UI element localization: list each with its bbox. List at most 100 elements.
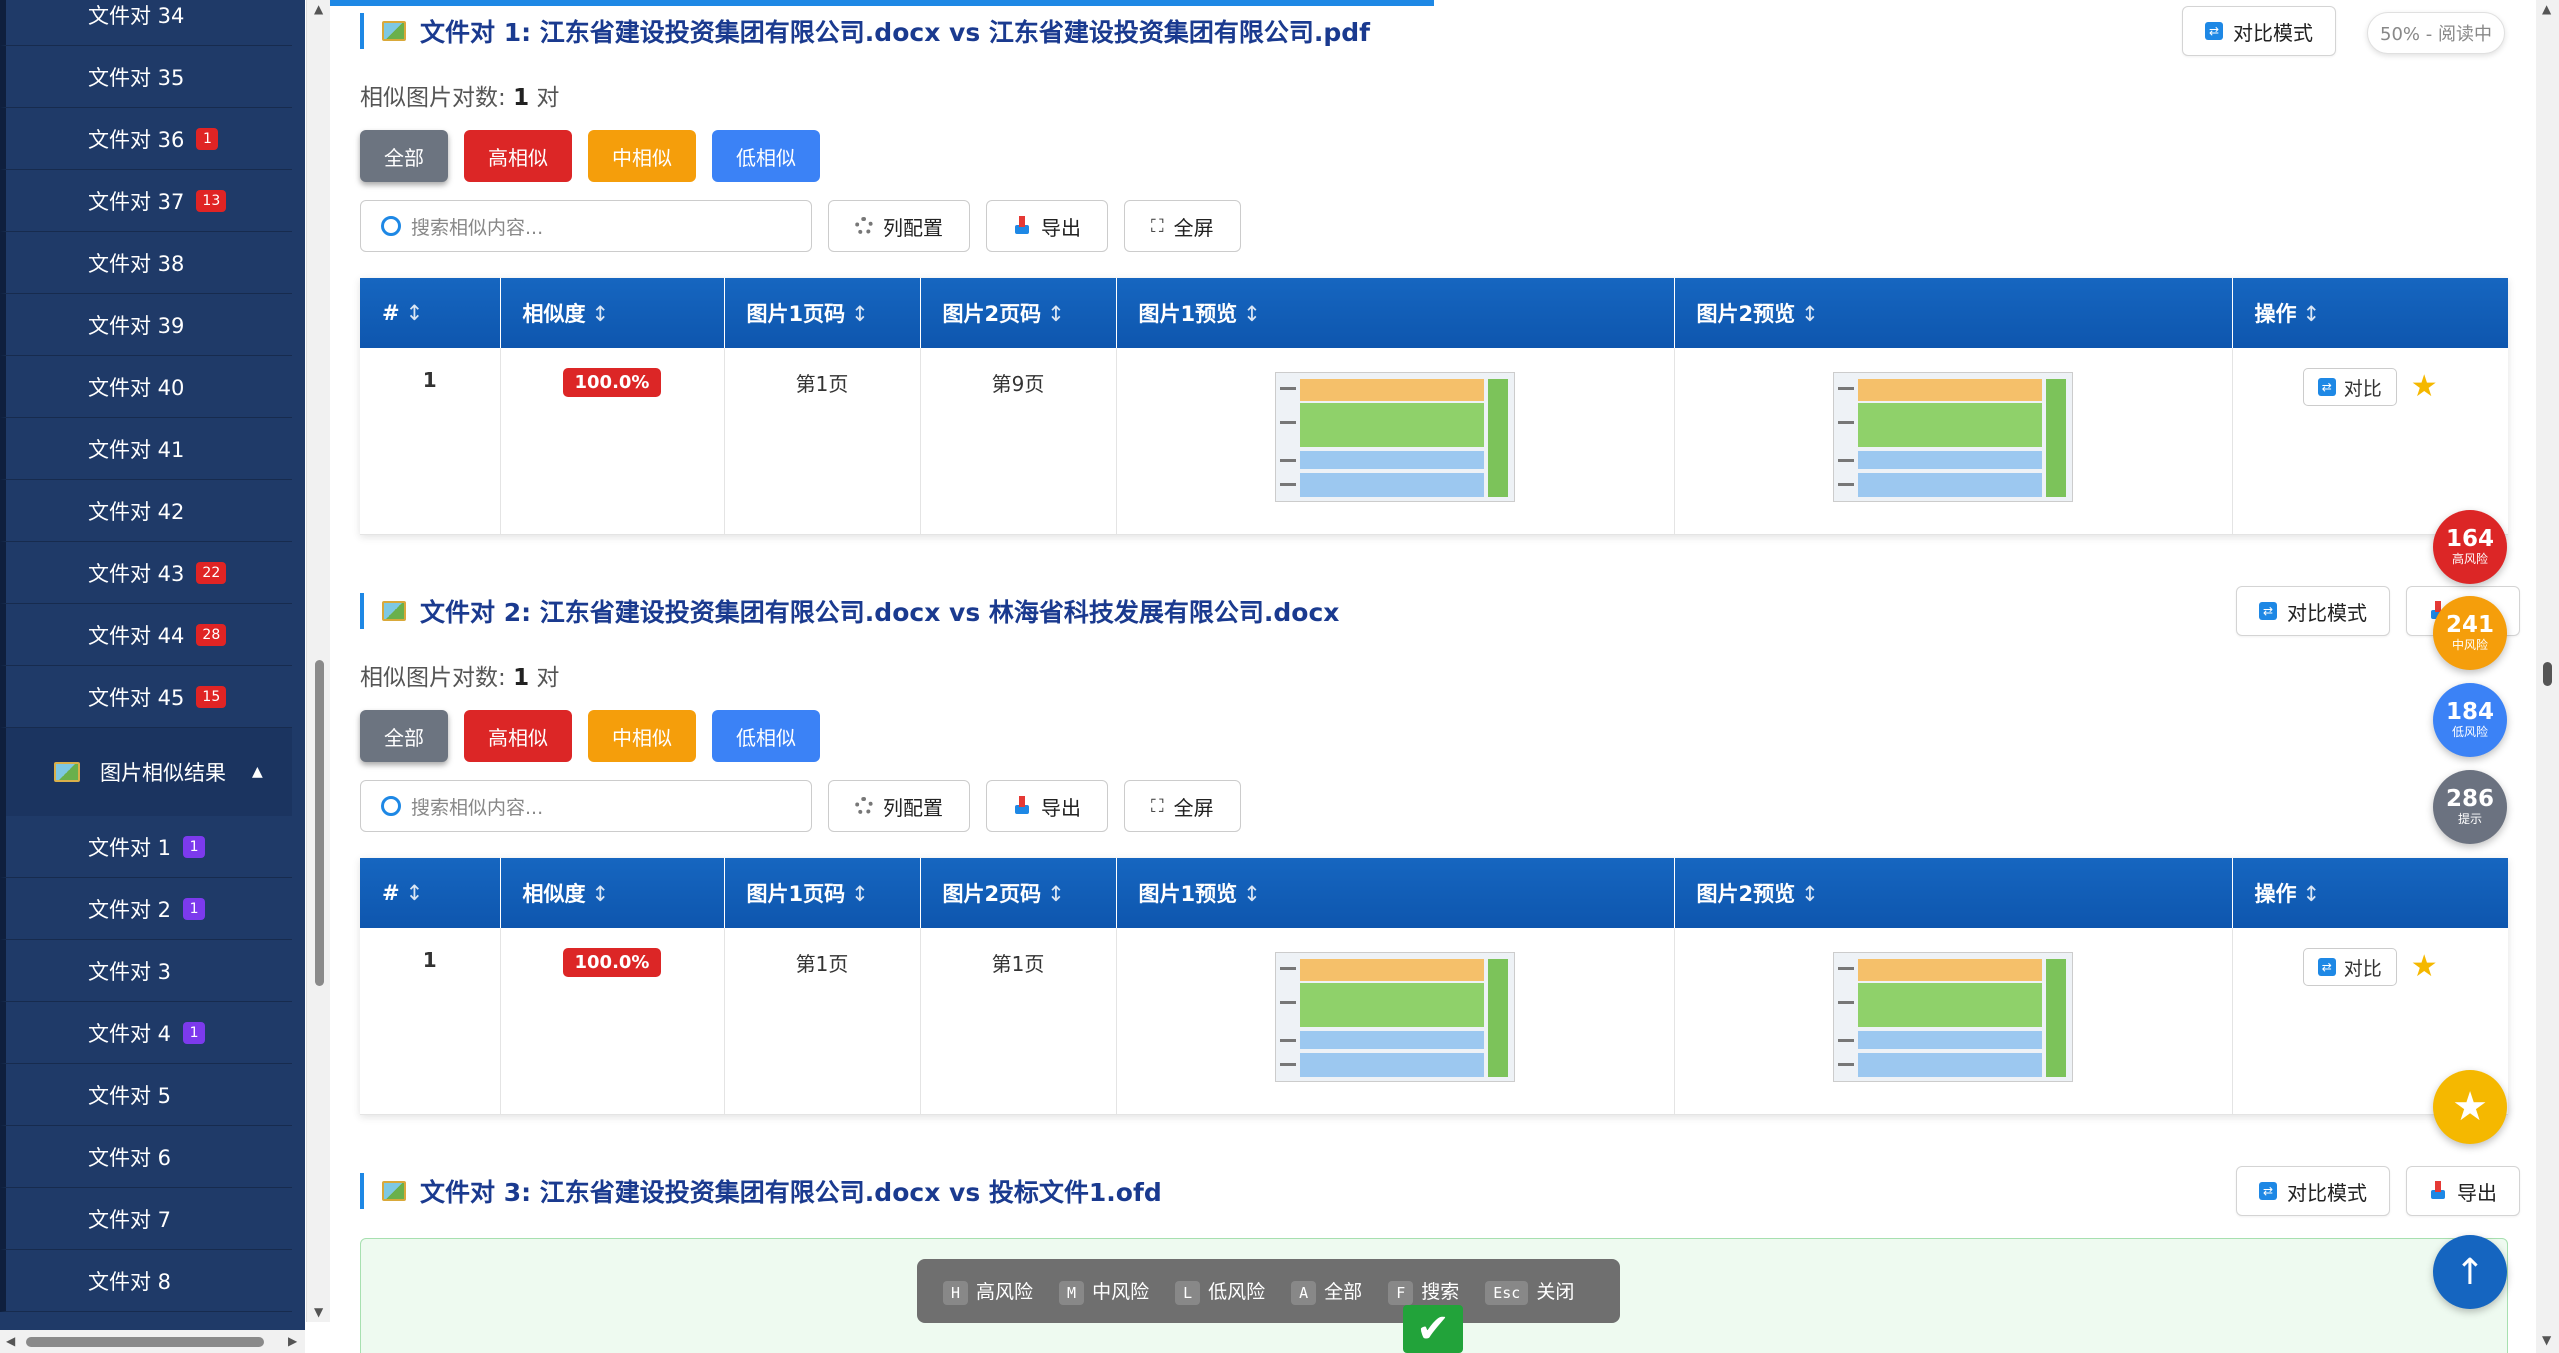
filter-mid-button[interactable]: 中相似 bbox=[588, 710, 696, 762]
scroll-up-arrow[interactable]: ▲ bbox=[314, 2, 323, 16]
col-similarity[interactable]: 相似度 ↕ bbox=[500, 278, 725, 348]
sidebar-item[interactable]: 文件对 6 bbox=[0, 1126, 292, 1188]
compare-button[interactable]: ⇄ 对比 bbox=[2302, 368, 2397, 406]
risk-filter-circle[interactable]: 241 中风险 bbox=[2433, 596, 2507, 670]
sidebar-hscrollbar[interactable]: ◀ ▶ bbox=[0, 1330, 305, 1353]
sidebar-item[interactable]: 文件对 45 15 bbox=[0, 666, 292, 728]
col-index[interactable]: # ↕ bbox=[360, 858, 501, 928]
page-scrollbar[interactable]: ▲ ▼ bbox=[2536, 0, 2559, 1353]
sidebar-item[interactable]: 文件对 37 13 bbox=[0, 170, 292, 232]
risk-filter-circle[interactable]: 164 高风险 bbox=[2433, 510, 2507, 584]
star-icon[interactable]: ★ bbox=[2411, 952, 2438, 982]
compare-mode-button[interactable]: ⇄ 对比模式 bbox=[2182, 6, 2336, 56]
sidebar-item[interactable]: 文件对 38 bbox=[0, 232, 292, 294]
image-preview-2[interactable] bbox=[1833, 952, 2073, 1082]
sidebar-group-image-results[interactable]: 图片相似结果 ▲ bbox=[0, 728, 292, 816]
page-scroll-thumb[interactable] bbox=[2543, 662, 2552, 686]
scroll-down-arrow[interactable]: ▼ bbox=[314, 1305, 323, 1319]
compare-button[interactable]: ⇄ 对比 bbox=[2302, 948, 2397, 986]
export-label: 导出 bbox=[1041, 795, 1081, 820]
sidebar-item[interactable]: 文件对 8 bbox=[0, 1250, 292, 1312]
export-button[interactable]: 导出 bbox=[986, 200, 1108, 252]
col-preview1[interactable]: 图片1预览 ↕ bbox=[1116, 278, 1675, 348]
column-config-button[interactable]: 列配置 bbox=[828, 780, 970, 832]
scroll-left-arrow[interactable]: ◀ bbox=[6, 1334, 15, 1348]
compare-mode-button[interactable]: ⇄ 对比模式 bbox=[2236, 586, 2390, 636]
section-accent-bar bbox=[360, 1173, 364, 1209]
count-badge: 15 bbox=[196, 685, 227, 708]
col-index[interactable]: # ↕ bbox=[360, 278, 501, 348]
compare-mode-button[interactable]: ⇄ 对比模式 bbox=[2236, 1166, 2390, 1216]
header-label: 操作 bbox=[2254, 882, 2297, 906]
col-page2[interactable]: 图片2页码 ↕ bbox=[920, 278, 1117, 348]
star-icon[interactable]: ★ bbox=[2411, 372, 2438, 402]
sidebar-item[interactable]: 文件对 39 bbox=[0, 294, 292, 356]
sidebar-item-label: 文件对 41 bbox=[88, 437, 185, 462]
sidebar-item[interactable]: 文件对 34 bbox=[0, 0, 292, 46]
back-to-top-button[interactable]: ↑ bbox=[2433, 1235, 2507, 1309]
row-index: 1 bbox=[360, 348, 501, 535]
check-icon: ✔ bbox=[1403, 1305, 1463, 1353]
scroll-down-arrow[interactable]: ▼ bbox=[2542, 1333, 2551, 1347]
header-label: 操作 bbox=[2254, 302, 2297, 326]
image-preview-2[interactable] bbox=[1833, 372, 2073, 502]
search-input[interactable]: 搜索相似内容... bbox=[360, 200, 812, 252]
sidebar-item[interactable]: 文件对 3 bbox=[0, 940, 292, 1002]
filter-mid-button[interactable]: 中相似 bbox=[588, 130, 696, 182]
sidebar-item[interactable]: 文件对 35 bbox=[0, 46, 292, 108]
sidebar-item[interactable]: 文件对 43 22 bbox=[0, 542, 292, 604]
filter-all-button[interactable]: 全部 bbox=[360, 130, 448, 182]
sidebar-item-label: 文件对 43 bbox=[88, 561, 185, 586]
favorites-float-button[interactable]: ★ bbox=[2433, 1070, 2507, 1144]
filter-low-button[interactable]: 低相似 bbox=[712, 710, 820, 762]
risk-count: 164 bbox=[2445, 526, 2494, 552]
count-value: 1 bbox=[513, 85, 530, 111]
sidebar-item[interactable]: 文件对 7 bbox=[0, 1188, 292, 1250]
filter-high-button[interactable]: 高相似 bbox=[464, 710, 572, 762]
sidebar-item[interactable]: 文件对 42 bbox=[0, 480, 292, 542]
scroll-right-arrow[interactable]: ▶ bbox=[288, 1334, 297, 1348]
header-label: 图片2页码 bbox=[942, 302, 1042, 326]
sidebar-scrollbar[interactable]: ▲ ▼ bbox=[306, 0, 330, 1322]
col-actions[interactable]: 操作 ↕ bbox=[2232, 858, 2508, 928]
sidebar-scroll-thumb[interactable] bbox=[315, 660, 324, 986]
col-similarity[interactable]: 相似度 ↕ bbox=[500, 858, 725, 928]
image-preview-1[interactable] bbox=[1275, 952, 1515, 1082]
sidebar-item[interactable]: 文件对 36 1 bbox=[0, 108, 292, 170]
sidebar-item[interactable]: 文件对 41 bbox=[0, 418, 292, 480]
scroll-up-arrow[interactable]: ▲ bbox=[2542, 2, 2551, 16]
sidebar-item[interactable]: 文件对 41 bbox=[0, 1002, 292, 1064]
sort-icon: ↕ bbox=[405, 881, 424, 905]
section-header: 文件对 2: 江东省建设投资集团有限公司.docx vs 林海省科技发展有限公司… bbox=[360, 586, 2520, 636]
col-page1[interactable]: 图片1页码 ↕ bbox=[724, 278, 921, 348]
fullscreen-button[interactable]: ⛶ 全屏 bbox=[1124, 780, 1241, 832]
col-preview1[interactable]: 图片1预览 ↕ bbox=[1116, 858, 1675, 928]
sidebar-item[interactable]: 文件对 2 1 bbox=[0, 878, 292, 940]
risk-filter-circle[interactable]: 184 低风险 bbox=[2433, 683, 2507, 757]
sidebar-item[interactable]: 文件对 44 28 bbox=[0, 604, 292, 666]
image-icon bbox=[382, 1181, 406, 1201]
export-label: 导出 bbox=[1041, 215, 1081, 240]
image-preview-1[interactable] bbox=[1275, 372, 1515, 502]
fullscreen-button[interactable]: ⛶ 全屏 bbox=[1124, 200, 1241, 252]
sidebar-item-label: 文件对 40 bbox=[88, 375, 185, 400]
filter-all-button[interactable]: 全部 bbox=[360, 710, 448, 762]
sidebar-item[interactable]: 文件对 40 bbox=[0, 356, 292, 418]
export-button[interactable]: 导出 bbox=[986, 780, 1108, 832]
filter-low-button[interactable]: 低相似 bbox=[712, 130, 820, 182]
col-preview2[interactable]: 图片2预览 ↕ bbox=[1674, 858, 2233, 928]
col-page2[interactable]: 图片2页码 ↕ bbox=[920, 858, 1117, 928]
col-preview2[interactable]: 图片2预览 ↕ bbox=[1674, 278, 2233, 348]
filter-high-button[interactable]: 高相似 bbox=[464, 130, 572, 182]
sidebar-item[interactable]: 文件对 1 1 bbox=[0, 816, 292, 878]
risk-filter-circle[interactable]: 286 提示 bbox=[2433, 770, 2507, 844]
search-input[interactable]: 搜索相似内容... bbox=[360, 780, 812, 832]
risk-label: 高风险 bbox=[2451, 552, 2488, 566]
sidebar-item[interactable]: 文件对 5 bbox=[0, 1064, 292, 1126]
sidebar-hscroll-thumb[interactable] bbox=[26, 1337, 264, 1347]
section-export-button[interactable]: 导出 bbox=[2406, 1166, 2520, 1216]
col-page1[interactable]: 图片1页码 ↕ bbox=[724, 858, 921, 928]
col-actions[interactable]: 操作 ↕ bbox=[2232, 278, 2508, 348]
column-config-button[interactable]: 列配置 bbox=[828, 200, 970, 252]
fullscreen-icon: ⛶ bbox=[1151, 215, 1164, 237]
